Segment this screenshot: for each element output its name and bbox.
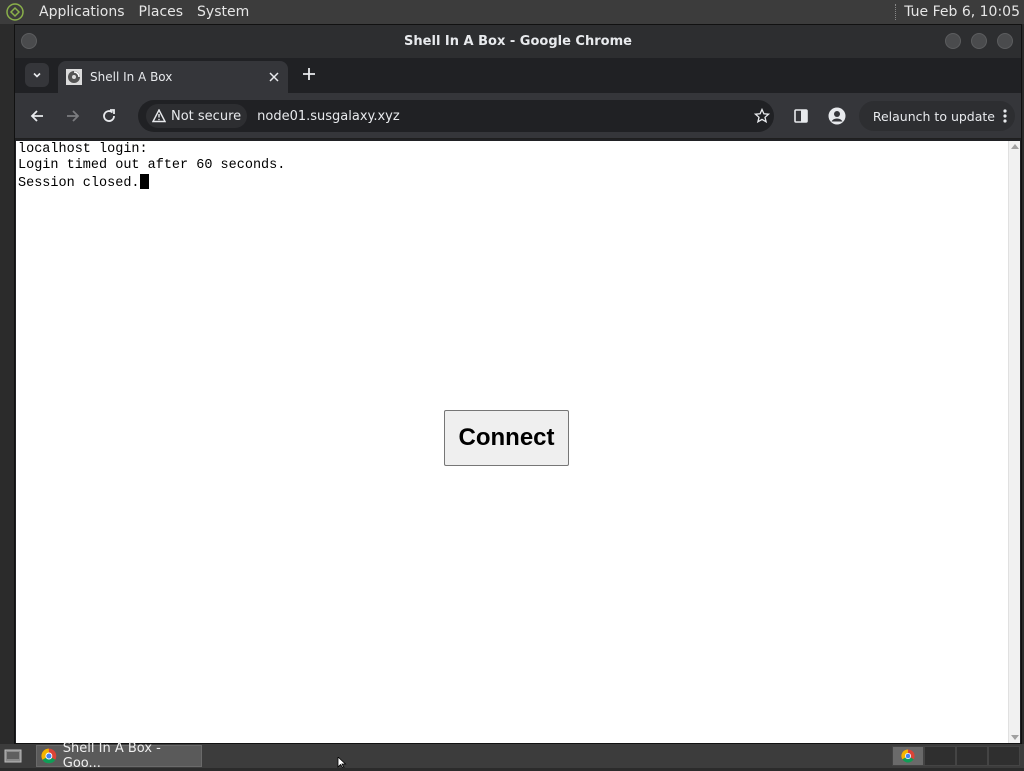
terminal-line: localhost login: bbox=[18, 142, 148, 157]
scroll-down-arrow[interactable] bbox=[1011, 735, 1019, 740]
back-arrow-icon[interactable] bbox=[23, 102, 51, 130]
reload-icon[interactable] bbox=[95, 102, 123, 130]
workspace-3[interactable] bbox=[956, 746, 988, 766]
workspace-2[interactable] bbox=[924, 746, 956, 766]
window-titlebar[interactable]: Shell In A Box - Google Chrome bbox=[15, 25, 1021, 58]
clock[interactable]: Tue Feb 6, 10:05 bbox=[904, 4, 1024, 20]
mouse-pointer-icon bbox=[337, 757, 347, 768]
applications-menu[interactable]: Applications bbox=[32, 0, 132, 24]
security-label: Not secure bbox=[171, 108, 242, 124]
plus-icon[interactable] bbox=[298, 63, 320, 85]
close-window-button[interactable] bbox=[997, 33, 1013, 49]
relaunch-label: Relaunch to update bbox=[872, 108, 995, 124]
profile-icon[interactable] bbox=[823, 102, 851, 130]
scroll-up-arrow[interactable] bbox=[1011, 144, 1019, 149]
taskbar-item-chrome[interactable]: Shell In A Box - Goo... bbox=[36, 741, 202, 771]
terminal-cursor bbox=[139, 174, 149, 189]
url-text[interactable]: node01.susgalaxy.xyz bbox=[257, 109, 400, 124]
places-menu[interactable]: Places bbox=[132, 0, 191, 24]
toolbar-right-group: Relaunch to update bbox=[787, 101, 1015, 131]
kebab-menu-icon[interactable] bbox=[1003, 109, 1007, 123]
mate-logo-icon[interactable] bbox=[4, 1, 26, 23]
terminal-line: Session closed. bbox=[18, 176, 140, 191]
forward-arrow-icon[interactable] bbox=[59, 102, 87, 130]
top-panel: Applications Places System Tue Feb 6, 10… bbox=[0, 0, 1024, 24]
browser-toolbar: Not secure node01.susgalaxy.xyz Relaunch… bbox=[15, 93, 1021, 139]
address-bar[interactable]: Not secure node01.susgalaxy.xyz bbox=[138, 100, 774, 132]
taskbar-item-label: Shell In A Box - Goo... bbox=[62, 741, 161, 771]
system-menu[interactable]: System bbox=[190, 0, 256, 24]
workspace-switcher[interactable] bbox=[892, 746, 1020, 766]
tab-strip: Shell In A Box bbox=[15, 58, 1021, 93]
window-menu-button[interactable] bbox=[21, 33, 37, 49]
relaunch-to-update-button[interactable]: Relaunch to update bbox=[858, 101, 1015, 131]
chrome-icon bbox=[901, 749, 915, 763]
side-panel-icon[interactable] bbox=[787, 102, 815, 130]
star-icon[interactable] bbox=[750, 104, 774, 128]
bottom-panel: Shell In A Box - Goo... bbox=[0, 741, 1024, 771]
connect-button[interactable]: Connect bbox=[444, 410, 569, 466]
vertical-scrollbar[interactable] bbox=[1008, 141, 1020, 743]
site-info-button[interactable]: Not secure bbox=[146, 104, 248, 128]
show-desktop-icon[interactable] bbox=[2, 747, 24, 765]
close-icon[interactable] bbox=[264, 67, 284, 87]
chevron-down-icon bbox=[33, 72, 41, 78]
tab-shell-in-a-box[interactable]: Shell In A Box bbox=[58, 61, 288, 93]
warning-icon bbox=[152, 109, 166, 123]
shellinabox-favicon-icon bbox=[66, 69, 82, 85]
workspace-1[interactable] bbox=[892, 746, 924, 766]
panel-separator bbox=[895, 4, 897, 20]
browser-window: Shell In A Box - Google Chrome Shell In … bbox=[14, 24, 1022, 744]
terminal-output[interactable]: localhost login: Login timed out after 6… bbox=[18, 142, 285, 192]
workspace-4[interactable] bbox=[988, 746, 1020, 766]
page-content: localhost login: Login timed out after 6… bbox=[16, 141, 1020, 743]
terminal-line: Login timed out after 60 seconds. bbox=[18, 158, 286, 173]
minimize-button[interactable] bbox=[945, 33, 961, 49]
maximize-button[interactable] bbox=[971, 33, 987, 49]
tab-title: Shell In A Box bbox=[90, 70, 173, 84]
tab-search-button[interactable] bbox=[25, 63, 49, 87]
chrome-icon bbox=[41, 748, 57, 764]
window-title: Shell In A Box - Google Chrome bbox=[404, 34, 632, 49]
